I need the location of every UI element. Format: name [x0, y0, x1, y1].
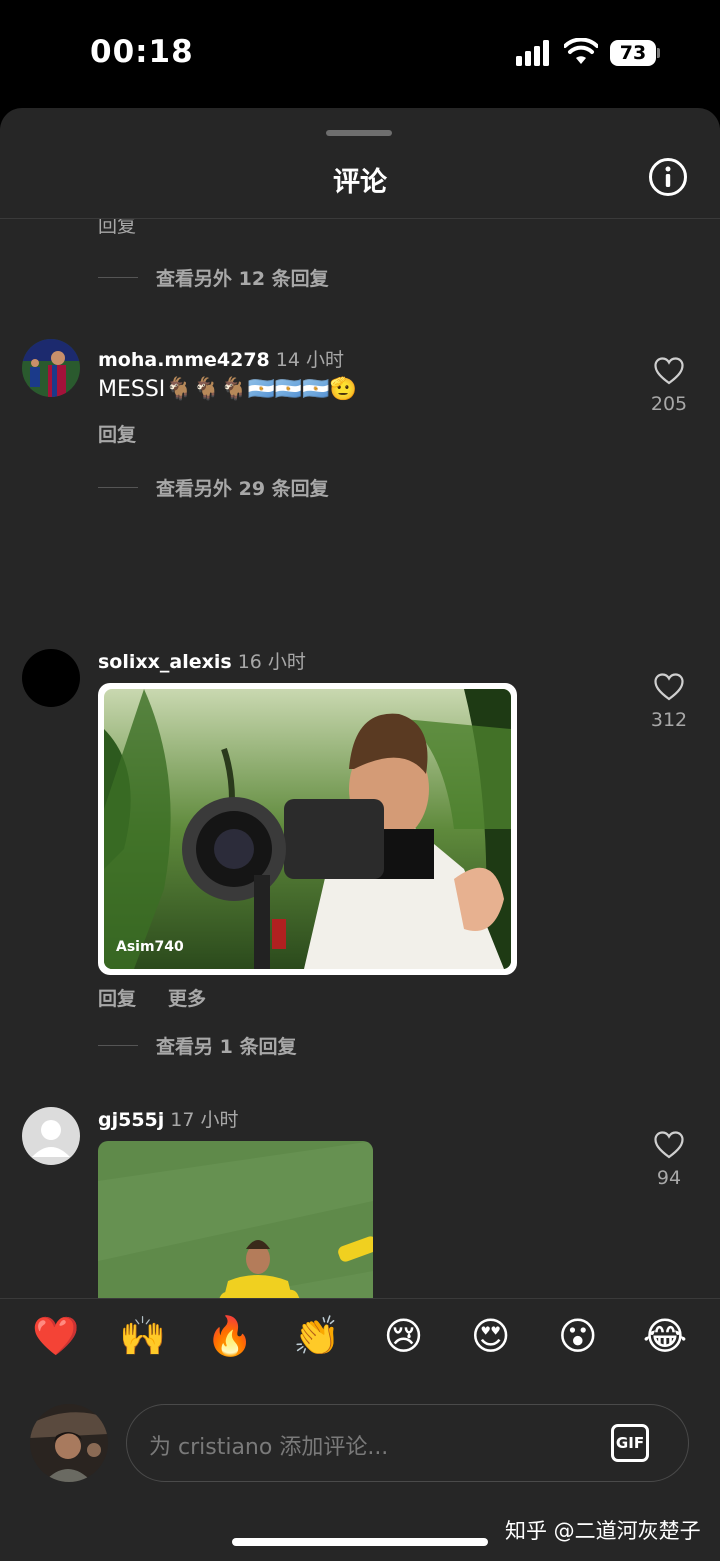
emoji-heart[interactable]: ❤️	[32, 1313, 79, 1359]
like-count: 312	[650, 709, 688, 731]
comment-author: moha.mme4278 14 小时	[98, 345, 344, 372]
emoji-fire[interactable]: 🔥	[206, 1313, 253, 1359]
gif-attachment[interactable]: Asim740	[98, 683, 517, 975]
username[interactable]: gj555j	[98, 1109, 164, 1131]
reply-button[interactable]: 回复	[98, 420, 136, 447]
reply-button[interactable]: 回复	[98, 219, 136, 238]
comment-text: MESSI🐐🐐🐐🇦🇷🇦🇷🇦🇷🫡	[98, 377, 358, 402]
comment-author: solixx_alexis 16 小时	[98, 647, 306, 674]
emoji-crying[interactable]: 😢	[381, 1313, 427, 1359]
battery-indicator: 73	[610, 40, 656, 66]
current-user-avatar	[30, 1404, 108, 1482]
heart-icon[interactable]	[654, 1131, 684, 1159]
cellular-signal-icon	[516, 40, 549, 66]
avatar[interactable]	[22, 1107, 80, 1165]
comment-author: gj555j 17 小时	[98, 1105, 239, 1132]
thread-line	[98, 277, 138, 278]
comment-time: 14 小时	[275, 349, 344, 371]
avatar[interactable]	[22, 649, 80, 707]
like-count: 205	[650, 393, 688, 415]
gif-button[interactable]: GIF	[611, 1424, 649, 1462]
emoji-quick-bar: ❤️ 🙌 🔥 👏 😢 😍 😮 😂	[0, 1313, 720, 1359]
comment-list[interactable]: 回复 查看另外 12 条回复 moha.mme4278 14 小时 MESSI🐐🐐…	[0, 219, 720, 1298]
emoji-clap[interactable]: 👏	[293, 1313, 340, 1359]
like-button[interactable]: 94	[640, 1131, 698, 1189]
like-button[interactable]: 205	[640, 357, 698, 415]
emoji-heart-eyes[interactable]: 😍	[468, 1313, 514, 1359]
default-avatar-icon	[32, 1120, 70, 1157]
status-time: 00:18	[90, 34, 194, 70]
sheet-grabber[interactable]	[326, 130, 392, 136]
reply-button[interactable]: 回复	[98, 984, 136, 1011]
comment-input-placeholder: 为 cristiano 添加评论...	[149, 1435, 389, 1460]
status-bar: 00:18 73	[0, 0, 720, 108]
view-more-replies[interactable]: 查看另 1 条回复	[98, 1032, 296, 1059]
username[interactable]: solixx_alexis	[98, 651, 232, 673]
source-watermark: 知乎 @二道河灰楚子	[505, 1519, 701, 1543]
wifi-icon	[564, 38, 598, 64]
more-button[interactable]: 更多	[168, 984, 206, 1011]
thread-line	[98, 487, 138, 488]
comments-sheet: 评论 回复 查看另外 12 条回复 moha.mme4278 14 小时 MES…	[0, 108, 720, 1561]
gif-attachment[interactable]	[98, 1141, 373, 1298]
emoji-surprised[interactable]: 😮	[555, 1313, 601, 1359]
avatar[interactable]	[22, 339, 80, 397]
comment-input[interactable]: 为 cristiano 添加评论... GIF	[126, 1404, 689, 1482]
thread-line	[98, 1045, 138, 1046]
heart-icon[interactable]	[654, 357, 684, 385]
emoji-laughing[interactable]: 😂	[642, 1313, 688, 1359]
gif-image	[104, 689, 511, 969]
info-icon[interactable]	[648, 157, 688, 197]
gif-image	[98, 1141, 373, 1298]
home-indicator[interactable]	[232, 1538, 488, 1546]
gif-watermark: Asim740	[116, 939, 184, 955]
like-button[interactable]: 312	[640, 673, 698, 731]
view-more-replies[interactable]: 查看另外 29 条回复	[98, 474, 329, 501]
username[interactable]: moha.mme4278	[98, 349, 270, 371]
sheet-title: 评论	[333, 167, 387, 198]
comment-time: 16 小时	[237, 651, 306, 673]
emoji-raised-hands[interactable]: 🙌	[119, 1313, 166, 1359]
comment-time: 17 小时	[170, 1109, 239, 1131]
heart-icon[interactable]	[654, 673, 684, 701]
battery-tip	[657, 48, 660, 58]
emoji-divider	[0, 1298, 720, 1299]
like-count: 94	[656, 1167, 682, 1189]
view-more-replies[interactable]: 查看另外 12 条回复	[98, 264, 329, 291]
